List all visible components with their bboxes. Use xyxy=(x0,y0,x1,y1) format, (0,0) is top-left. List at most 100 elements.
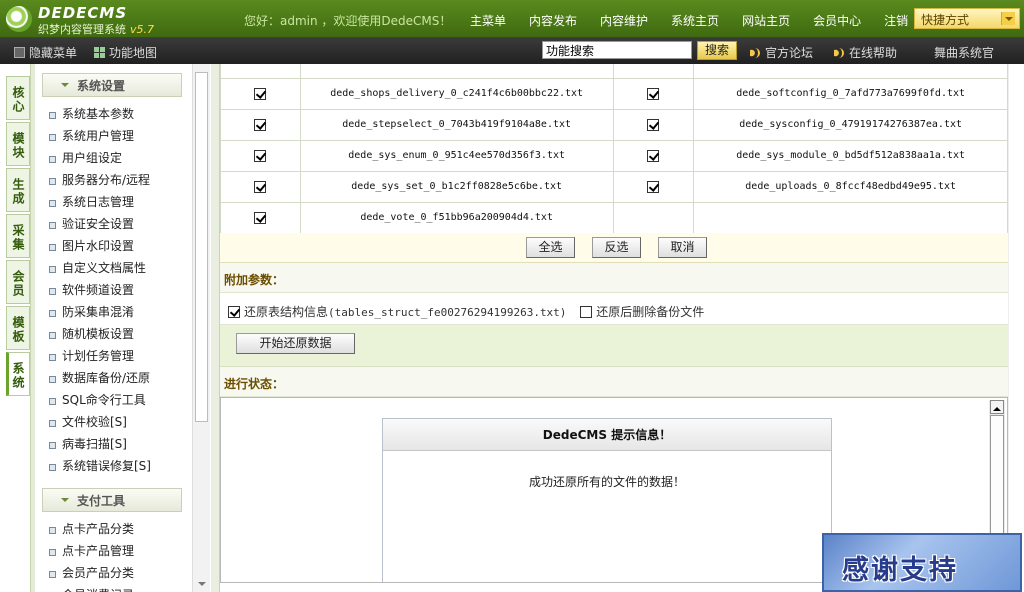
restore-struct-label: 还原表结构信息 xyxy=(244,305,329,319)
menu-item[interactable]: 图片水印设置 xyxy=(36,235,192,257)
nav-publish[interactable]: 内容发布 xyxy=(529,12,577,29)
select-all-button[interactable]: 全选 xyxy=(526,237,575,258)
search-input[interactable] xyxy=(542,41,692,59)
logo-subtitle-text: 织梦内容管理系统 xyxy=(38,23,126,36)
tab-generate[interactable]: 生成 xyxy=(6,168,30,212)
file-name: dede_sysconfig_0_47919174276387ea.txt xyxy=(693,108,1008,141)
file-checkbox[interactable] xyxy=(647,118,660,131)
delete-after-label: 还原后删除备份文件 xyxy=(596,305,705,319)
file-checkbox[interactable] xyxy=(254,87,267,100)
table-row: dede_shops_delivery_0_c241f4c6b00bbc22.t… xyxy=(220,77,1008,110)
site-map-label: 功能地图 xyxy=(109,46,158,60)
scroll-down-icon[interactable] xyxy=(198,582,206,590)
invert-selection-button[interactable]: 反选 xyxy=(592,237,641,258)
nav-system-home[interactable]: 系统主页 xyxy=(671,12,719,29)
extra-params-heading: 附加参数： xyxy=(220,263,1008,293)
menu-item[interactable]: 会员消费记录 xyxy=(36,584,192,592)
file-checkbox[interactable] xyxy=(254,180,267,193)
nav-maintain[interactable]: 内容维护 xyxy=(600,12,648,29)
main-scrollbar[interactable] xyxy=(1008,64,1024,592)
tab-members[interactable]: 会员 xyxy=(6,260,30,304)
file-checkbox[interactable] xyxy=(647,180,660,193)
table-row: dede_sys_set_0_b1c2ff0828e5c6be.txt dede_… xyxy=(220,170,1008,203)
help-link[interactable]: 在线帮助 xyxy=(834,44,897,61)
nav-main-menu[interactable]: 主菜单 xyxy=(470,12,506,29)
restore-struct-checkbox[interactable] xyxy=(228,305,240,318)
logo-title: DEDECMS xyxy=(38,4,128,22)
menu-item[interactable]: 自定义文档属性 xyxy=(36,257,192,279)
tab-system[interactable]: 系统 xyxy=(6,352,30,396)
menu-item[interactable]: 系统用户管理 xyxy=(36,125,192,147)
nav-member-center[interactable]: 会员中心 xyxy=(813,12,861,29)
menu-item[interactable]: 系统错误修复[S] xyxy=(36,455,192,477)
table-cell xyxy=(299,64,614,79)
file-checkbox[interactable] xyxy=(254,149,267,162)
vendor-link[interactable]: 舞曲系统官 xyxy=(934,44,994,61)
file-checkbox[interactable] xyxy=(647,149,660,162)
menu-item[interactable]: 防采集串混淆 xyxy=(36,301,192,323)
logo-subtitle: 织梦内容管理系统 v5.7 xyxy=(38,21,154,37)
table-cell xyxy=(220,77,301,110)
pane-divider[interactable] xyxy=(211,64,220,592)
delete-after-checkbox[interactable] xyxy=(580,305,593,318)
menu-group-payment-tools[interactable]: 支付工具 xyxy=(42,488,182,512)
nav-site-home[interactable]: 网站主页 xyxy=(742,12,790,29)
hide-menu-button[interactable]: 隐藏菜单 xyxy=(14,44,77,61)
table-cell xyxy=(220,64,301,79)
menu-item[interactable]: 文件校验[S] xyxy=(36,411,192,433)
status-heading: 进行状态： xyxy=(220,367,1008,397)
scroll-up-icon[interactable] xyxy=(990,400,1004,414)
menu-item[interactable]: 系统日志管理 xyxy=(36,191,192,213)
hide-menu-icon xyxy=(14,47,25,58)
file-name: dede_softconfig_0_7afd773a7699f0fd.txt xyxy=(693,77,1008,110)
menu-item[interactable]: 服务器分布/远程 xyxy=(36,169,192,191)
table-row: dede_sys_enum_0_951c4ee570d356f3.txt dede… xyxy=(220,139,1008,172)
scroll-thumb[interactable] xyxy=(195,72,208,422)
start-restore-button[interactable]: 开始还原数据 xyxy=(236,333,355,354)
menu-item[interactable]: 病毒扫描[S] xyxy=(36,433,192,455)
left-menu-scrollbar[interactable] xyxy=(192,64,210,592)
table-row: dede_stepselect_0_7043b419f9104a8e.txt de… xyxy=(220,108,1008,141)
scroll-thumb[interactable] xyxy=(990,415,1004,535)
cancel-selection-button[interactable]: 取消 xyxy=(658,237,707,258)
table-row-partial xyxy=(220,64,1008,79)
menu-item[interactable]: 随机模板设置 xyxy=(36,323,192,345)
search-button[interactable]: 搜索 xyxy=(697,41,737,60)
grid-icon xyxy=(94,47,105,58)
restore-options-row: 还原表结构信息(tables_struct_fe00276294199263.t… xyxy=(220,295,1008,325)
start-restore-row: 开始还原数据 xyxy=(220,325,1008,367)
chevron-down-icon xyxy=(1001,12,1015,25)
menu-item[interactable]: 点卡产品管理 xyxy=(36,540,192,562)
menu-item[interactable]: 会员产品分类 xyxy=(36,562,192,584)
table-cell xyxy=(693,64,1008,79)
file-name: dede_shops_delivery_0_c241f4c6b00bbc22.t… xyxy=(299,77,614,110)
table-cell xyxy=(220,170,301,203)
menu-group-system-settings[interactable]: 系统设置 xyxy=(42,73,182,97)
menu-item[interactable]: 验证安全设置 xyxy=(36,213,192,235)
menu-item[interactable]: 点卡产品分类 xyxy=(36,518,192,540)
greeting-text: 您好：admin ，欢迎使用DedeCMS！ xyxy=(244,14,452,28)
menu-item[interactable]: SQL命令行工具 xyxy=(36,389,192,411)
tab-modules[interactable]: 模块 xyxy=(6,122,30,166)
tab-core[interactable]: 核心 xyxy=(6,76,30,120)
menu-item[interactable]: 数据库备份/还原 xyxy=(36,367,192,389)
file-checkbox[interactable] xyxy=(254,118,267,131)
file-checkbox[interactable] xyxy=(254,211,267,224)
site-map-button[interactable]: 功能地图 xyxy=(94,44,157,61)
message-box-title: DedeCMS 提示信息！ xyxy=(383,419,831,451)
nav-logout[interactable]: 注销 xyxy=(884,12,908,29)
file-checkbox[interactable] xyxy=(647,87,660,100)
menu-item[interactable]: 系统基本参数 xyxy=(36,103,192,125)
tab-templates[interactable]: 模板 xyxy=(6,306,30,350)
top-nav: 主菜单 内容发布 内容维护 系统主页 网站主页 会员中心 注销 xyxy=(470,12,931,29)
menu-item[interactable]: 计划任务管理 xyxy=(36,345,192,367)
forum-link[interactable]: 官方论坛 xyxy=(750,44,813,61)
tab-collect[interactable]: 采集 xyxy=(6,214,30,258)
logo[interactable]: DEDECMS 织梦内容管理系统 v5.7 xyxy=(6,4,166,37)
sub-toolbar: 隐藏菜单 功能地图 官方论坛 在线帮助 舞曲系统官 xyxy=(0,38,1024,64)
menu-item[interactable]: 软件频道设置 xyxy=(36,279,192,301)
table-cell xyxy=(220,201,301,234)
quick-menu-dropdown[interactable]: 快捷方式 xyxy=(914,8,1020,29)
hide-menu-label: 隐藏菜单 xyxy=(29,46,78,60)
menu-item[interactable]: 用户组设定 xyxy=(36,147,192,169)
